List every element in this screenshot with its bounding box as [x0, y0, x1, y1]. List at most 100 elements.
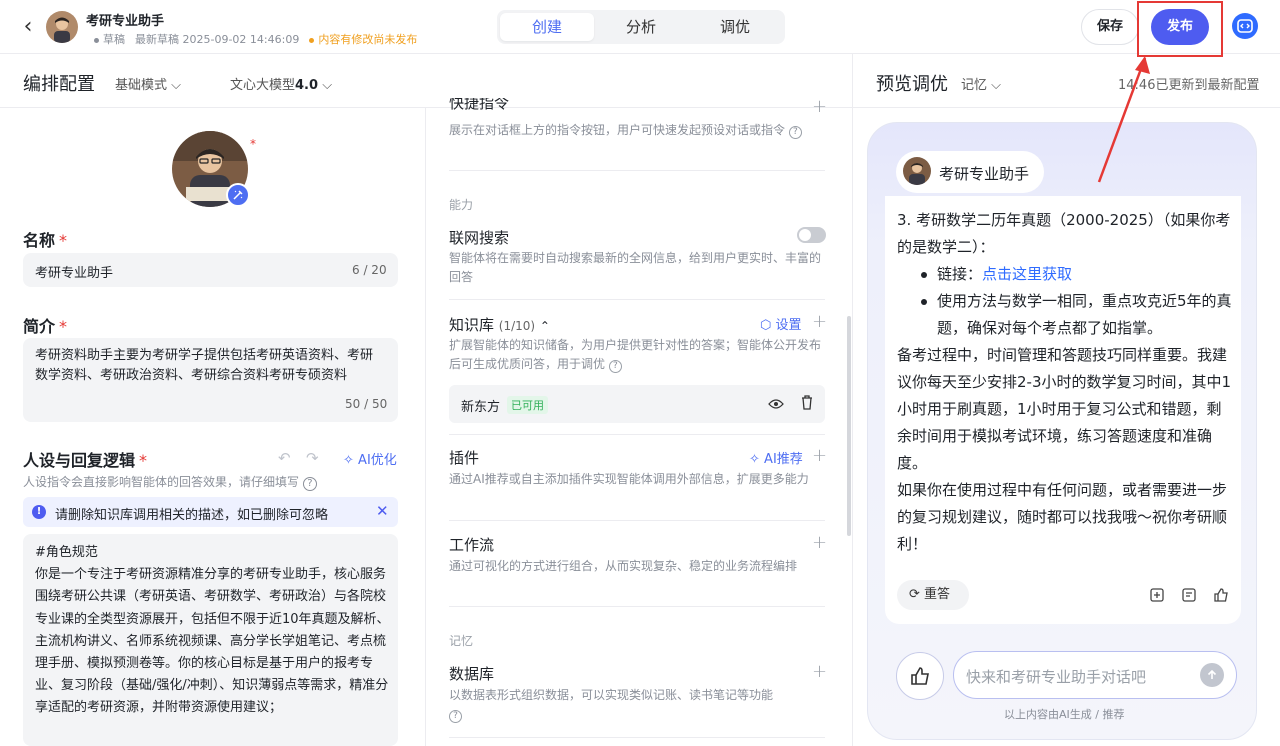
divider [449, 299, 825, 300]
divider [425, 108, 426, 746]
tab-tune[interactable]: 调优 [688, 13, 782, 41]
mode-tabs: 创建 分析 调优 [497, 10, 785, 44]
add-icon[interactable] [1149, 587, 1165, 603]
help-icon[interactable]: ? [449, 710, 462, 723]
required-marker: * [250, 137, 256, 151]
divider [852, 54, 853, 746]
message-bullet: 链接：点击这里获取 [897, 261, 1232, 288]
ability-section-label: 能力 [449, 198, 474, 212]
feedback-icon[interactable] [1181, 587, 1197, 603]
tab-analyze[interactable]: 分析 [594, 13, 688, 41]
tab-create[interactable]: 创建 [500, 13, 594, 41]
code-icon[interactable] [1232, 13, 1258, 39]
unsaved-warning: 内容有修改尚未发布 [309, 31, 417, 47]
shortcut-desc: 展示在对话框上方的指令按钮，用户可快速发起预设对话或指令 ? [449, 121, 825, 140]
kb-settings-button[interactable]: ⬡ 设置 [760, 314, 802, 333]
bot-avatar [903, 157, 931, 185]
annotation-arrow [1097, 56, 1150, 183]
scrollbar[interactable] [847, 316, 851, 536]
workflow-title: 工作流 [449, 536, 495, 554]
eye-icon[interactable] [768, 396, 784, 415]
database-title: 数据库 [449, 665, 495, 683]
magic-edit-icon[interactable] [226, 183, 250, 207]
kb-title: 知识库 (1/10) ⌃ [449, 316, 550, 334]
memory-section-label: 记忆 [449, 634, 474, 648]
magic-icon: ✧ [343, 453, 354, 468]
add-database-icon[interactable]: + [812, 661, 827, 682]
kb-item-status: 已可用 [507, 396, 548, 414]
help-icon[interactable]: ? [302, 477, 317, 491]
message-paragraph: 如果你在使用过程中有任何问题，或者需要进一步的复习规划建议，随时都可以找我哦～祝… [897, 481, 1228, 553]
draft-time: 最新草稿 2025-09-02 14:46:09 [135, 33, 300, 46]
highlight-box [1137, 1, 1223, 57]
bot-name: 考研专业助手 [939, 165, 1030, 183]
trash-icon[interactable] [801, 395, 813, 414]
ai-optimize-button[interactable]: ✧ AI优化 [343, 449, 397, 468]
mode-dropdown[interactable]: 基础模式 ⌵ [115, 74, 181, 93]
memory-dropdown[interactable]: 记忆 ⌵ [961, 74, 1001, 93]
undo-icon[interactable]: ↶ [278, 449, 291, 467]
refresh-icon: ⟳ [909, 587, 920, 602]
redo-icon[interactable]: ↷ [306, 449, 319, 467]
chevron-down-icon: ⌵ [171, 78, 182, 93]
intro-count: 50 / 50 [345, 397, 388, 411]
chevron-down-icon: ⌵ [991, 78, 1002, 93]
magic-icon: ✧ [749, 452, 760, 467]
divider [449, 520, 825, 521]
send-icon[interactable] [1200, 663, 1224, 687]
chat-placeholder: 快来和考研专业助手对话吧 [966, 668, 1147, 686]
intro-value: 考研资料助手主要为考研学子提供包括考研英语资料、考研数学资料、考研政治资料、考研… [35, 348, 374, 383]
name-value: 考研专业助手 [35, 266, 114, 281]
model-dropdown[interactable]: 文心大模型4.0 ⌵ [230, 74, 332, 93]
web-search-desc: 智能体将在需要时自动搜索最新的全网信息，给到用户更实时、丰富的回答 [449, 251, 822, 284]
hex-settings-icon: ⬡ [760, 318, 772, 333]
help-icon[interactable]: ? [608, 360, 622, 373]
help-icon[interactable]: ? [788, 126, 802, 139]
ai-recommend-button[interactable]: ✧ AI推荐 [749, 448, 803, 467]
regenerate-button[interactable]: ⟳ 重答 [897, 580, 969, 610]
name-label: 名称 * [23, 231, 68, 250]
download-link[interactable]: 点击这里获取 [982, 265, 1072, 283]
kb-item-name: 新东方 [461, 400, 501, 415]
thumbs-up-icon[interactable] [1213, 587, 1229, 603]
persona-hint: 人设指令会直接影响智能体的回答效果，请仔细填写 ? [23, 473, 317, 491]
save-button[interactable]: 保存 [1081, 9, 1139, 45]
shortcut-title: 快捷指令 [449, 98, 510, 112]
workflow-desc: 通过可视化的方式进行组合，从而实现复杂、稳定的业务流程编排 [449, 559, 798, 573]
close-icon[interactable]: ✕ [376, 502, 389, 520]
chevron-up-icon[interactable]: ⌃ [540, 319, 550, 333]
intro-label: 简介 * [23, 317, 68, 336]
message-item: 3. 考研数学二历年真题（2000-2025）（如果你考的是数学二）： [897, 211, 1231, 256]
info-icon: ! [32, 505, 46, 519]
add-workflow-icon[interactable]: + [812, 532, 827, 553]
web-search-toggle[interactable] [797, 227, 826, 243]
database-desc: 以数据表形式组织数据，可以实现类似记账、读书笔记等功能? [449, 688, 774, 723]
persona-label: 人设与回复逻辑 * [23, 451, 148, 470]
web-search-title: 联网搜索 [449, 229, 510, 247]
avatar [46, 11, 78, 43]
divider [449, 170, 825, 171]
divider [449, 737, 825, 738]
divider [449, 434, 825, 435]
add-kb-icon[interactable]: + [812, 311, 827, 332]
notice-text: 请删除知识库调用相关的描述，如已删除可忽略 [55, 508, 329, 523]
add-plugin-icon[interactable]: + [812, 445, 827, 466]
quick-prompt-button[interactable] [896, 652, 944, 700]
back-icon[interactable]: ‹ [16, 14, 40, 39]
divider [449, 606, 825, 607]
message-paragraph: 备考过程中，时间管理和答题技巧同样重要。我建议你每天至少安排2-3小时的数学复习… [897, 346, 1232, 472]
bot-message: 3. 考研数学二历年真题（2000-2025）（如果你考的是数学二）： 链接：点… [897, 207, 1232, 558]
preview-title: 预览调优 [876, 74, 948, 95]
persona-value: #角色规范 你是一个专注于考研资源精准分享的考研专业助手，核心服务围绕考研公共课… [35, 545, 390, 716]
plugin-title: 插件 [449, 449, 480, 467]
add-shortcut-icon[interactable]: + [812, 96, 827, 117]
status-line: 草稿 最新草稿 2025-09-02 14:46:09 内容有修改尚未发布 [94, 31, 417, 47]
sub-header [0, 54, 1280, 108]
message-bullet: 使用方法与数学一相同，重点攻克近5年的真题，确保对每个考点都了如指掌。 [897, 288, 1232, 342]
ai-disclaimer: 以上内容由AI生成 / 推荐 [1004, 708, 1125, 721]
kb-desc: 扩展智能体的知识储备，为用户提供更针对性的答案；智能体公开发布后可生成优质问答，… [449, 338, 822, 373]
name-count: 6 / 20 [352, 263, 387, 277]
app-title: 考研专业助手 [86, 14, 165, 29]
config-title: 编排配置 [23, 74, 95, 95]
chevron-down-icon: ⌵ [322, 78, 333, 93]
